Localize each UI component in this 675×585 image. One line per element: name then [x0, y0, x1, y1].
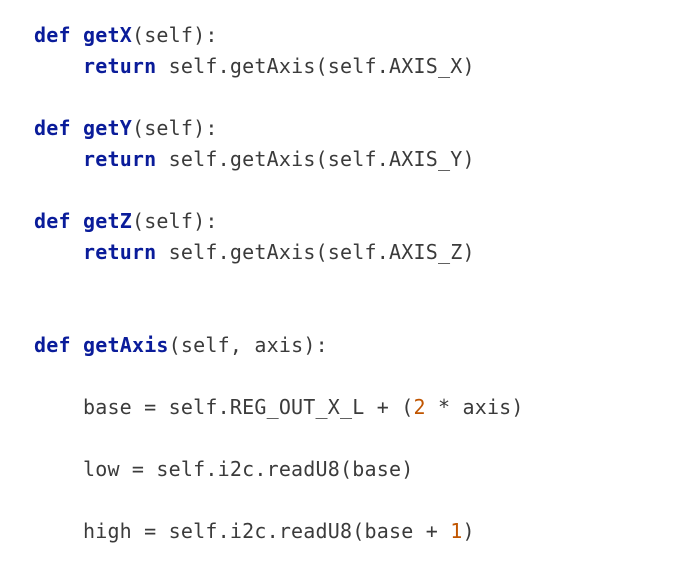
line-base-b: * axis) [426, 395, 524, 419]
body-getX: self.getAxis(self.AXIS_X) [156, 54, 474, 78]
keyword-return: return [83, 147, 156, 171]
body-getY: self.getAxis(self.AXIS_Y) [156, 147, 474, 171]
keyword-def: def [34, 209, 71, 233]
func-name-getX: getX [83, 23, 132, 47]
keyword-return: return [83, 54, 156, 78]
func-name-getY: getY [83, 116, 132, 140]
params-getZ: (self): [132, 209, 218, 233]
keyword-def: def [34, 116, 71, 140]
keyword-return: return [83, 240, 156, 264]
params-getX: (self): [132, 23, 218, 47]
code-block: def getX(self): return self.getAxis(self… [0, 0, 675, 547]
line-high-b: ) [462, 519, 474, 543]
line-high-a: high = self.i2c.readU8(base + [34, 519, 450, 543]
line-base-a: base = self.REG_OUT_X_L + ( [34, 395, 413, 419]
number-two: 2 [413, 395, 425, 419]
func-name-getAxis: getAxis [83, 333, 169, 357]
keyword-def: def [34, 23, 71, 47]
params-getY: (self): [132, 116, 218, 140]
body-getZ: self.getAxis(self.AXIS_Z) [156, 240, 474, 264]
keyword-def: def [34, 333, 71, 357]
line-low: low = self.i2c.readU8(base) [34, 457, 413, 481]
func-name-getZ: getZ [83, 209, 132, 233]
params-getAxis: (self, axis): [169, 333, 328, 357]
number-one: 1 [450, 519, 462, 543]
